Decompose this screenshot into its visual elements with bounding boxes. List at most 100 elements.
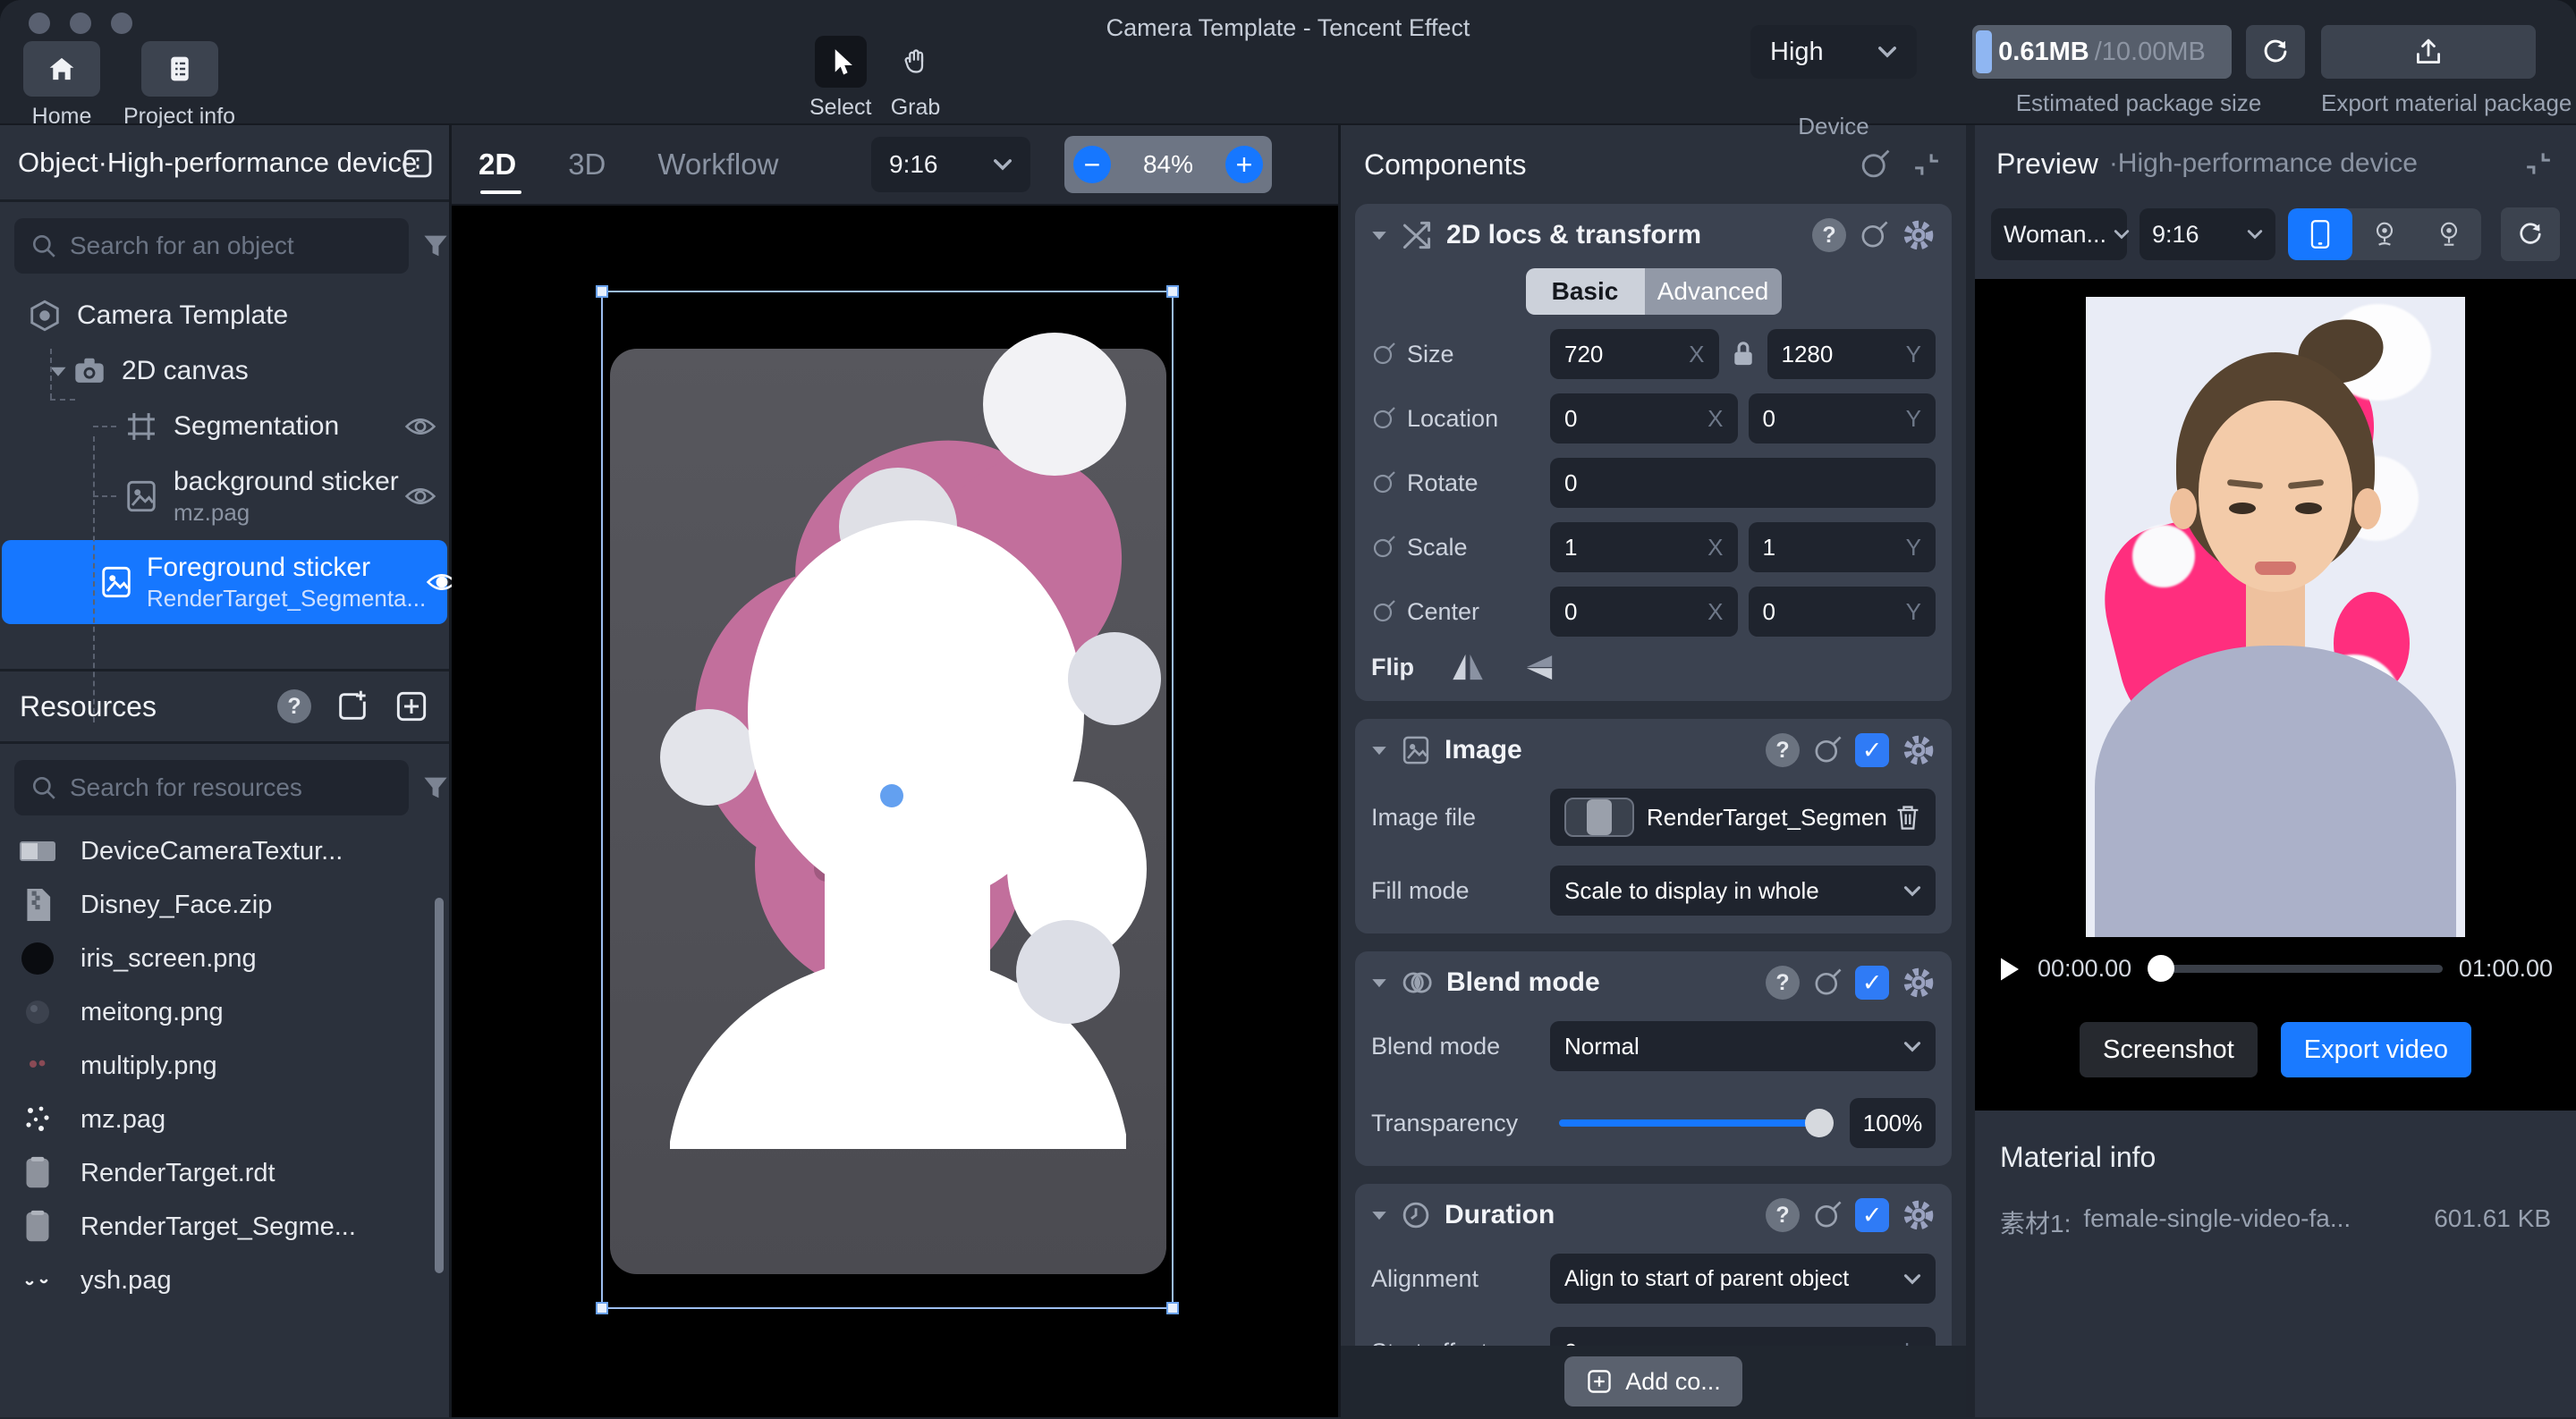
resource-item[interactable]: ysh.pag [0,1254,449,1307]
tree-item-segmentation[interactable]: Segmentation [0,399,449,454]
tab-2d[interactable]: 2D [479,124,516,205]
object-search[interactable] [14,218,409,274]
caret-down-icon[interactable] [1371,976,1387,989]
center-y-field[interactable]: Y [1749,587,1936,637]
refresh-preview-button[interactable] [2501,207,2560,261]
enabled-checkbox[interactable]: ✓ [1855,733,1889,767]
resource-item[interactable]: DeviceCameraTextur... [0,824,449,878]
flip-horizontal-icon[interactable] [1450,651,1486,683]
resource-search-input[interactable] [70,773,393,802]
animate-icon[interactable] [1812,967,1843,998]
play-button[interactable] [1998,956,2021,983]
enabled-checkbox[interactable]: ✓ [1855,1198,1889,1232]
help-icon[interactable]: ? [1766,966,1800,1000]
keyframe-icon[interactable] [1371,535,1396,560]
add-component-button[interactable]: Add co... [1564,1356,1742,1406]
webcam-source-button[interactable] [2352,208,2417,260]
add-resource-icon[interactable] [394,688,429,724]
resource-item[interactable]: meitong.png [0,985,449,1039]
device-quality-dropdown[interactable]: High [1750,25,1917,79]
components-scroll[interactable]: 2D locs & transform ? Basic Advanced Siz… [1341,204,1966,1346]
size-y-field[interactable]: Y [1767,329,1936,379]
enabled-checkbox[interactable]: ✓ [1855,966,1889,1000]
collapse-panel-icon[interactable] [2522,148,2555,180]
help-icon[interactable]: ? [1766,733,1800,767]
resource-item[interactable]: RenderTarget.rdt [0,1146,449,1200]
collapse-panel-icon[interactable] [399,145,436,182]
tree-item-foreground-sticker[interactable]: Foreground sticker RenderTarget_Segmenta… [2,540,447,624]
help-icon[interactable]: ? [1812,218,1846,252]
lock-icon[interactable] [1730,339,1757,369]
tree-item-camera-template[interactable]: Camera Template [0,288,449,343]
trash-icon[interactable] [1894,803,1921,832]
rotate-field[interactable] [1550,458,1936,508]
animate-icon[interactable] [1812,735,1843,765]
tab-3d[interactable]: 3D [568,124,606,205]
project-info-button[interactable]: Project info [123,41,235,130]
location-x-field[interactable]: X [1550,393,1738,443]
resource-item[interactable]: Disney_Face.zip [0,878,449,932]
keyframe-icon[interactable] [1371,406,1396,431]
export-video-button[interactable]: Export video [2281,1022,2471,1077]
scale-y-field[interactable]: Y [1749,522,1936,572]
help-icon[interactable]: ? [1766,1198,1800,1232]
visibility-eye-icon[interactable] [404,413,436,440]
caret-down-icon[interactable] [1371,1209,1387,1221]
help-icon[interactable]: ? [277,689,311,723]
transparency-slider[interactable] [1559,1119,1830,1127]
size-x-field[interactable]: X [1550,329,1719,379]
timeline-slider[interactable] [2148,965,2443,973]
start-offset-field[interactable]: seconds [1550,1327,1936,1346]
collapse-panel-icon[interactable] [1911,148,1943,181]
gear-icon[interactable] [1902,218,1936,252]
center-x-field[interactable]: X [1550,587,1738,637]
canvas-viewport[interactable] [452,206,1338,1417]
visibility-eye-icon[interactable] [404,483,436,510]
scale-x-field[interactable]: X [1550,522,1738,572]
image-file-field[interactable]: RenderTarget_Segmen [1550,789,1936,846]
model-dropdown[interactable]: Woman... [1991,208,2127,260]
select-tool[interactable]: Select [809,36,871,121]
timeline-knob[interactable] [2148,955,2174,982]
filter-icon[interactable] [421,232,450,260]
tab-workflow[interactable]: Workflow [657,124,778,205]
resource-item[interactable]: iris_screen.png [0,932,449,985]
selection-rect[interactable] [601,291,1174,1309]
grab-tool[interactable]: Grab [889,36,941,121]
animate-icon[interactable] [1812,1200,1843,1230]
location-y-field[interactable]: Y [1749,393,1936,443]
animate-icon[interactable] [1859,220,1889,250]
object-search-input[interactable] [70,232,393,260]
fill-mode-dropdown[interactable]: Scale to display in whole [1550,866,1936,916]
import-file-icon[interactable] [335,688,370,724]
caret-down-icon[interactable] [1371,744,1387,756]
resource-item[interactable]: RenderTarget_Segme... [0,1200,449,1254]
zoom-in-button[interactable]: + [1225,146,1263,183]
aspect-ratio-dropdown[interactable]: 9:16 [871,137,1030,192]
animate-all-icon[interactable] [1859,148,1891,181]
gear-icon[interactable] [1902,966,1936,1000]
keyframe-icon[interactable] [1371,342,1396,367]
keyframe-icon[interactable] [1371,599,1396,624]
gear-icon[interactable] [1902,1198,1936,1232]
tree-item-2d-canvas[interactable]: 2D canvas [0,343,449,399]
export-package-button[interactable] [2321,25,2536,79]
advanced-tab[interactable]: Advanced [1645,268,1782,315]
screenshot-button[interactable]: Screenshot [2080,1022,2258,1077]
filter-icon[interactable] [421,773,450,802]
home-button[interactable]: Home [23,41,100,130]
gear-icon[interactable] [1902,733,1936,767]
resource-item[interactable]: mz.pag [0,1093,449,1146]
basic-tab[interactable]: Basic [1526,268,1645,315]
caret-down-icon[interactable] [1371,229,1387,241]
resource-search[interactable] [14,760,409,815]
scrollbar[interactable] [435,898,444,1273]
alignment-dropdown[interactable]: Align to start of parent object [1550,1254,1936,1304]
zoom-out-button[interactable]: − [1073,146,1111,183]
blend-mode-dropdown[interactable]: Normal [1550,1021,1936,1071]
flip-vertical-icon[interactable] [1521,651,1557,683]
webcam2-source-button[interactable] [2417,208,2481,260]
preview-ratio-dropdown[interactable]: 9:16 [2140,208,2275,260]
phone-source-button[interactable] [2288,208,2352,260]
tree-item-background-sticker[interactable]: background sticker mz.pag [0,454,449,538]
